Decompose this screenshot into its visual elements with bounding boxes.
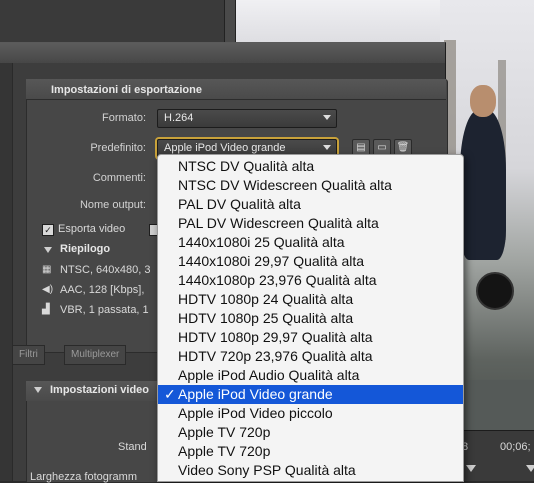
menu-item-label: 1440x1080p 23,976 Qualità alta [178, 272, 377, 288]
export-settings-title: Impostazioni di esportazione [51, 84, 202, 96]
preset-value: Apple iPod Video grande [164, 142, 286, 154]
menu-item-preset[interactable]: PAL DV Widescreen Qualità alta [158, 214, 463, 233]
background-panel [0, 0, 236, 42]
menu-item-label: HDTV 1080p 29,97 Qualità alta [178, 329, 373, 345]
out-point-icon[interactable] [526, 465, 534, 472]
menu-item-label: HDTV 1080p 25 Qualità alta [178, 310, 354, 326]
standard-label: Stand [118, 441, 147, 453]
preset-label: Predefinito: [90, 142, 146, 154]
tab-multiplexer[interactable]: Multiplexer [64, 345, 127, 365]
menu-item-preset[interactable]: Apple TV 720p [158, 442, 463, 461]
menu-item-preset[interactable]: HDTV 1080p 24 Qualità alta [158, 290, 463, 309]
menu-item-preset[interactable]: Apple iPod Video piccolo [158, 404, 463, 423]
menu-item-preset[interactable]: 1440x1080i 25 Qualità alta [158, 233, 463, 252]
menu-item-preset[interactable]: 1440x1080p 23,976 Qualità alta [158, 271, 463, 290]
menu-item-label: Apple iPod Video grande [178, 386, 333, 402]
summary-video: NTSC, 640x480, 3 [60, 264, 151, 276]
menu-item-label: HDTV 1080p 24 Qualità alta [178, 291, 354, 307]
format-value: H.264 [164, 112, 194, 124]
menu-item-preset[interactable]: HDTV 720p 23,976 Qualità alta [158, 347, 463, 366]
menu-item-preset[interactable]: PAL DV Qualità alta [158, 195, 463, 214]
output-name-label: Nome output: [79, 199, 146, 211]
menu-item-preset[interactable]: NTSC DV Qualità alta [158, 157, 463, 176]
menu-item-label: Apple iPod Video piccolo [178, 405, 333, 421]
preset-dropdown-menu: NTSC DV Qualità alta NTSC DV Widescreen … [157, 154, 464, 482]
bitrate-icon: ▟ [42, 304, 50, 315]
export-video-label: Esporta video [58, 223, 126, 235]
tab-filtri[interactable]: Filtri [12, 345, 45, 365]
menu-item-preset[interactable]: HDTV 1080p 25 Qualità alta [158, 309, 463, 328]
menu-item-preset[interactable]: Apple iPod Audio Qualità alta [158, 366, 463, 385]
menu-item-preset[interactable]: 1440x1080i 29,97 Qualità alta [158, 252, 463, 271]
menu-item-label: 1440x1080i 29,97 Qualità alta [178, 253, 365, 269]
disclosure-triangle-icon[interactable] [34, 387, 42, 393]
menu-item-label: HDTV 720p 23,976 Qualità alta [178, 348, 373, 364]
background-scrollbar [224, 0, 236, 42]
menu-item-label: PAL DV Qualità alta [178, 196, 301, 212]
playhead-icon[interactable] [466, 465, 476, 472]
menu-item-preset-selected[interactable]: ✓ Apple iPod Video grande [158, 385, 463, 404]
comments-label: Commenti: [92, 172, 146, 184]
menu-item-label: NTSC DV Widescreen Qualità alta [178, 177, 392, 193]
disclosure-triangle-icon[interactable] [44, 247, 52, 253]
menu-item-label: 1440x1080i 25 Qualità alta [178, 234, 345, 250]
summary-label: Riepilogo [60, 243, 111, 255]
checkmark-icon: ✓ [164, 386, 176, 402]
film-icon: ▦ [42, 264, 52, 275]
timecode: 00;06; [500, 441, 531, 453]
menu-item-label: Video Sony PSP Qualità alta [178, 462, 356, 478]
menu-item-preset[interactable]: Apple TV 720p [158, 423, 463, 442]
menu-item-label: Apple iPod Audio Qualità alta [178, 367, 360, 383]
export-video-checkbox[interactable]: ✓ [42, 224, 54, 236]
frame-width-label: Larghezza fotogramm [30, 471, 137, 483]
chevron-down-icon [323, 115, 331, 120]
menu-item-label: Apple TV 720p [178, 443, 271, 459]
chevron-down-icon [323, 145, 331, 150]
menu-item-label: NTSC DV Qualità alta [178, 158, 315, 174]
speaker-icon: ◀) [42, 284, 54, 295]
video-settings-title: Impostazioni video [50, 384, 150, 396]
left-rail [0, 63, 13, 481]
summary-bitrate: VBR, 1 passata, 1 [60, 304, 149, 316]
menu-item-label: PAL DV Widescreen Qualità alta [178, 215, 379, 231]
menu-item-label: Apple TV 720p [178, 424, 271, 440]
dialog-titlebar[interactable] [0, 43, 445, 63]
summary-audio: AAC, 128 [Kbps], [60, 284, 145, 296]
format-select[interactable]: H.264 [157, 109, 337, 128]
menu-item-preset[interactable]: NTSC DV Widescreen Qualità alta [158, 176, 463, 195]
menu-item-preset[interactable]: HDTV 1080p 29,97 Qualità alta [158, 328, 463, 347]
menu-item-preset[interactable]: Video Sony PSP Qualità alta [158, 461, 463, 480]
format-label: Formato: [101, 112, 146, 124]
